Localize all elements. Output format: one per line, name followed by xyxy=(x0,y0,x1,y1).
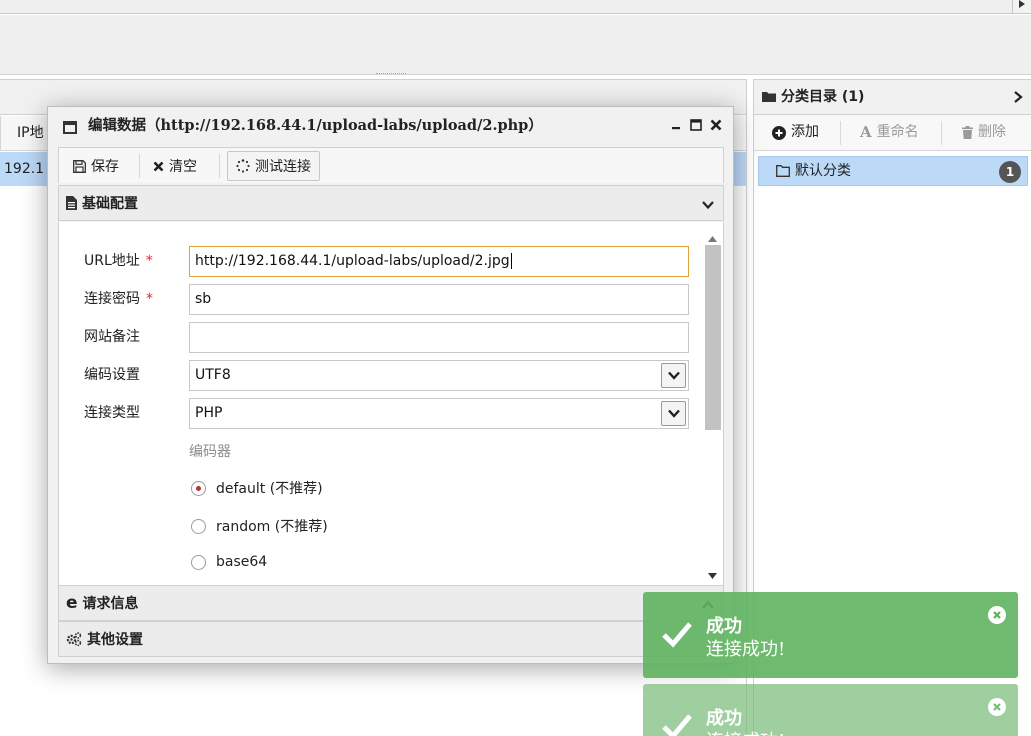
category-item-default[interactable]: 默认分类 1 xyxy=(758,156,1028,186)
url-input[interactable]: http://192.168.44.1/upload-labs/upload/2… xyxy=(189,246,689,277)
toolbar-divider xyxy=(840,121,841,145)
top-panel xyxy=(0,15,1031,75)
scroll-up-icon[interactable] xyxy=(708,230,717,246)
required-marker: * xyxy=(145,253,153,269)
chevron-down-icon xyxy=(702,198,714,214)
toolbar-divider xyxy=(219,154,220,178)
tab-scroll-right-icon[interactable] xyxy=(1012,0,1031,14)
basic-config-form: URL地址 * http://192.168.44.1/upload-labs/u… xyxy=(58,222,724,585)
cogs-icon xyxy=(66,632,82,646)
clear-label: 清空 xyxy=(169,159,197,175)
success-toast: 成功 连接成功! xyxy=(643,592,1018,678)
encoding-value: UTF8 xyxy=(195,367,231,383)
toolbar-divider xyxy=(941,121,942,145)
encoder-option-label: random (不推荐) xyxy=(216,519,328,535)
encoder-option-random[interactable]: random (不推荐) xyxy=(191,516,328,536)
note-input[interactable] xyxy=(189,322,689,353)
save-label: 保存 xyxy=(91,159,119,175)
add-category-button[interactable]: 添加 xyxy=(772,115,819,150)
chevron-right-icon[interactable] xyxy=(1012,91,1024,103)
connection-type-select[interactable]: PHP xyxy=(189,398,689,429)
window-controls xyxy=(669,118,723,132)
times-icon xyxy=(153,161,164,172)
add-label: 添加 xyxy=(791,124,819,140)
form-scrollbar[interactable] xyxy=(704,228,721,580)
font-icon: A xyxy=(860,123,872,141)
category-toolbar: 添加 A 重命名 删除 xyxy=(754,115,1031,151)
test-connection-button[interactable]: 测试连接 xyxy=(227,151,320,181)
category-count-badge: 1 xyxy=(999,161,1021,183)
basic-config-section[interactable]: 基础配置 xyxy=(58,185,724,221)
ip-cell: 192.1 xyxy=(4,161,45,177)
file-text-icon xyxy=(66,196,77,210)
toast-message: 连接成功! xyxy=(706,639,786,660)
radio[interactable] xyxy=(191,554,206,570)
save-button[interactable]: 保存 xyxy=(65,151,127,181)
close-icon[interactable] xyxy=(988,606,1006,624)
window-icon xyxy=(63,121,77,134)
dialog-titlebar[interactable]: 编辑数据（http://192.168.44.1/upload-labs/upl… xyxy=(48,107,733,145)
radio-selected[interactable] xyxy=(191,480,206,496)
other-settings-label: 其他设置 xyxy=(87,632,143,648)
category-header: 分类目录 (1) xyxy=(754,79,1031,115)
connection-type-value: PHP xyxy=(195,405,223,421)
encoder-option-default[interactable]: default (不推荐) xyxy=(191,478,323,498)
chevron-down-icon[interactable] xyxy=(661,363,686,388)
category-title: 分类目录 (1) xyxy=(781,89,865,105)
checkmark-icon xyxy=(661,620,693,652)
success-toast: 成功 连接成功! xyxy=(643,684,1018,736)
password-label: 连接密码 * xyxy=(84,291,153,307)
encoding-label: 编码设置 xyxy=(84,367,140,383)
category-item-label: 默认分类 xyxy=(795,163,851,179)
password-input[interactable]: sb xyxy=(189,284,689,315)
note-label: 网站备注 xyxy=(84,329,140,345)
test-connection-label: 测试连接 xyxy=(255,159,311,175)
encoder-label: 编码器 xyxy=(189,444,231,460)
text-cursor xyxy=(510,253,512,269)
clear-button[interactable]: 清空 xyxy=(145,151,205,181)
encoding-select[interactable]: UTF8 xyxy=(189,360,689,391)
edge-icon: e xyxy=(66,592,78,613)
radio[interactable] xyxy=(191,518,206,534)
checkmark-icon xyxy=(661,712,693,736)
other-settings-section[interactable]: 其他设置 xyxy=(58,621,724,657)
maximize-icon[interactable] xyxy=(689,118,703,132)
dialog-title: 编辑数据（http://192.168.44.1/upload-labs/upl… xyxy=(88,117,543,134)
rename-category-button[interactable]: A 重命名 xyxy=(860,115,919,150)
delete-category-button[interactable]: 删除 xyxy=(962,115,1006,150)
request-info-label: 请求信息 xyxy=(82,596,139,612)
url-label: URL地址 * xyxy=(84,253,153,269)
encoder-option-label: base64 xyxy=(216,554,268,570)
chevron-down-icon[interactable] xyxy=(661,401,686,426)
save-icon xyxy=(73,159,86,173)
rename-label: 重命名 xyxy=(876,124,919,140)
plus-circle-icon xyxy=(772,125,786,140)
close-icon[interactable] xyxy=(709,118,723,132)
dialog-toolbar: 保存 清空 测试连接 xyxy=(58,147,724,183)
request-info-section[interactable]: e 请求信息 xyxy=(58,585,724,621)
delete-label: 删除 xyxy=(978,124,1006,140)
top-toolbar-strip xyxy=(0,0,1012,14)
folder-outline-icon xyxy=(776,165,790,177)
minimize-icon[interactable] xyxy=(669,118,683,132)
trash-icon xyxy=(962,126,973,139)
splitter-handle[interactable] xyxy=(376,73,406,76)
scroll-down-icon[interactable] xyxy=(708,567,717,583)
close-icon[interactable] xyxy=(988,698,1006,716)
basic-config-label: 基础配置 xyxy=(82,196,138,212)
spinner-icon xyxy=(236,159,250,173)
folder-icon xyxy=(762,90,776,102)
type-label: 连接类型 xyxy=(84,405,140,421)
edit-data-dialog: 编辑数据（http://192.168.44.1/upload-labs/upl… xyxy=(47,106,734,664)
toast-message: 连接成功! xyxy=(706,727,785,736)
encoder-option-label: default (不推荐) xyxy=(216,481,323,497)
required-marker: * xyxy=(146,291,153,307)
toolbar-divider xyxy=(139,154,140,178)
encoder-option-base64[interactable]: base64 xyxy=(191,554,267,570)
scrollbar-thumb[interactable] xyxy=(705,245,721,430)
